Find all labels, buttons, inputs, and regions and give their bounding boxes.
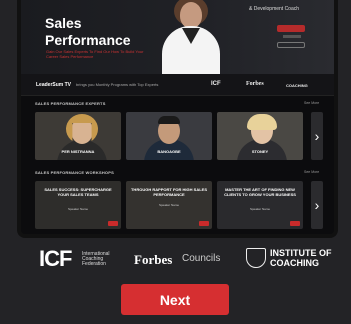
expert-card-name: STONEY <box>251 149 269 154</box>
hero-title-line-1: Sales <box>45 15 82 31</box>
experts-section-label: SALES PERFORMANCE EXPERTS <box>35 101 106 106</box>
workshop-badge <box>108 221 118 226</box>
accreditation-logos: ICF International Coaching Federation Fo… <box>0 244 351 274</box>
workshop-card[interactable]: MASTER THE ART OF FINDING NEW CLIENTS TO… <box>217 181 303 229</box>
workshops-next-arrow-icon[interactable]: › <box>311 181 323 229</box>
crest-icon <box>246 248 266 268</box>
forbes-mini-logo: Forbes <box>246 81 264 87</box>
experts-next-arrow-icon[interactable]: › <box>311 112 323 160</box>
hero-title-line-2: Performance <box>45 32 131 48</box>
hero-description: Gain Our Sales Experts To Find Our How T… <box>46 49 144 59</box>
expert-card-name: PER NISTRANNA <box>61 149 95 154</box>
workshops-see-all-link[interactable]: See More <box>304 170 319 174</box>
workshop-card-title: THROUGH RAPPORT FOR HIGH SALES PERFORMAN… <box>130 187 207 197</box>
next-button[interactable]: Next <box>121 284 229 315</box>
workshop-card[interactable]: SALES SUCCESS: SUPERCHARGE YOUR SALES TE… <box>35 181 121 229</box>
workshop-badge <box>199 221 209 226</box>
workshop-card-speaker: Speaker Name <box>158 203 179 207</box>
workshop-card-title: MASTER THE ART OF FINDING NEW CLIENTS TO… <box>224 187 296 197</box>
app-preview-screen: Sales Performance Gain Our Sales Experts… <box>17 0 338 238</box>
workshop-card-title: SALES SUCCESS: SUPERCHARGE YOUR SALES TE… <box>44 187 112 197</box>
coach-photo <box>154 0 226 74</box>
workshop-badge <box>290 221 300 226</box>
tv-brand: LeaderSum TV <box>36 82 72 88</box>
experts-see-all-link[interactable]: See More <box>304 101 319 105</box>
partner-bar: LeaderSum TV brings you Monthly Programs… <box>21 74 334 96</box>
icf-logo-subtext: International Coaching Federation <box>82 251 110 267</box>
forbes-councils-text: Councils <box>182 253 221 264</box>
icf-logo: ICF <box>39 246 72 271</box>
hero-title: Sales Performance <box>45 15 131 49</box>
workshop-card-speaker: Speaker Name <box>67 207 88 211</box>
workshop-card-speaker: Speaker Name <box>249 207 270 211</box>
expert-card[interactable]: PER NISTRANNA <box>35 112 121 160</box>
workshops-section-label: SALES PERFORMANCE WORKSHOPS <box>35 170 114 175</box>
hero-secondary-button[interactable] <box>277 42 305 48</box>
workshop-card[interactable]: THROUGH RAPPORT FOR HIGH SALES PERFORMAN… <box>126 181 212 229</box>
hero-banner: Sales Performance Gain Our Sales Experts… <box>21 0 334 74</box>
expert-card-name: BANOAGBE <box>157 149 181 154</box>
forbes-logo: Forbes <box>134 252 173 267</box>
expert-card[interactable]: BANOAGBE <box>126 112 212 160</box>
tv-tagline: brings you Monthly Programs with Top Exp… <box>76 82 159 87</box>
hero-meta-text <box>283 35 301 38</box>
hero-cta-button[interactable] <box>277 25 305 32</box>
icf-mini-logo: ICF <box>211 81 221 87</box>
expert-card[interactable]: STONEY <box>217 112 303 160</box>
institute-of-coaching-logo: INSTITUTE OF COACHING <box>270 248 332 268</box>
ioc-mini-logo: COACHING <box>286 83 308 88</box>
hero-subtitle: & Development Coach <box>249 6 300 12</box>
